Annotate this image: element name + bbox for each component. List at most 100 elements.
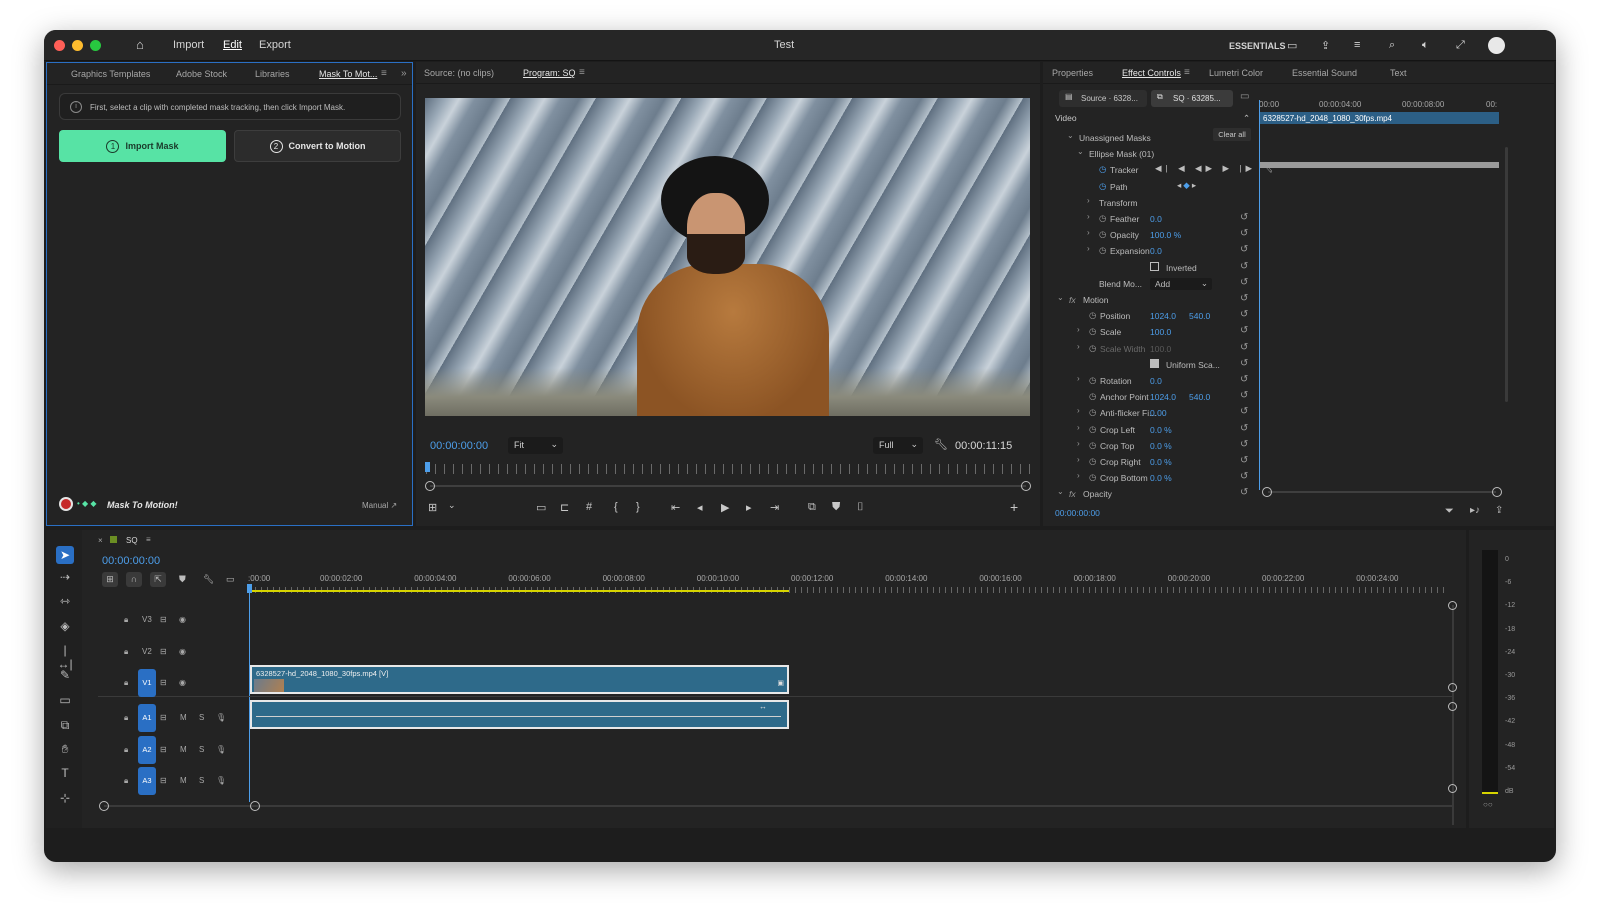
timeline-playhead[interactable] xyxy=(249,592,250,802)
sync-lock-icon[interactable]: ⊟ xyxy=(160,745,167,754)
chevron-right-icon[interactable]: › xyxy=(1087,212,1090,221)
sequence-chip[interactable]: ⧉ SQ · 63285... xyxy=(1151,90,1233,107)
comparison-view-icon[interactable]: ⊏ xyxy=(560,501,569,514)
avatar[interactable] xyxy=(1488,37,1505,54)
mark-in-icon[interactable]: { xyxy=(614,501,618,513)
effect-row[interactable]: Uniform Sca... ↺ xyxy=(1055,357,1255,373)
effect-zoom-bar[interactable] xyxy=(1268,491,1496,493)
effect-value-y[interactable]: 540.0 xyxy=(1189,392,1210,402)
reset-icon[interactable]: ↺ xyxy=(1240,455,1248,466)
reset-icon[interactable]: ↺ xyxy=(1240,228,1248,239)
keyframe-nav-icon[interactable]: ◂◆▸ xyxy=(1177,180,1198,191)
stopwatch-icon[interactable]: ◷ xyxy=(1089,391,1096,402)
play-audio-icon[interactable]: ▸♪ xyxy=(1470,505,1480,516)
lock-icon[interactable]: 🔒︎ xyxy=(124,615,128,625)
add-marker-icon[interactable]: ⛊ xyxy=(832,501,840,514)
audio-scroll-handle-top[interactable] xyxy=(1448,702,1457,711)
video-scroll-handle-bottom[interactable] xyxy=(1448,683,1457,692)
hand-tool-icon[interactable]: ⧉ xyxy=(56,718,74,733)
sequence-tab[interactable]: SQ xyxy=(126,536,138,545)
list-icon[interactable]: ≡ xyxy=(1354,39,1360,51)
minimize-window-button[interactable] xyxy=(72,40,83,51)
audio-clip[interactable]: ↔ xyxy=(250,700,789,729)
effect-value[interactable]: 1024.0 xyxy=(1150,392,1176,402)
grid-icon[interactable]: # xyxy=(586,501,592,513)
chevron-right-icon[interactable]: › xyxy=(1077,325,1080,334)
step-back-icon[interactable]: ◂ xyxy=(697,501,703,514)
stopwatch-icon[interactable]: ◷ xyxy=(1099,181,1106,192)
effect-row[interactable]: › ◷ Crop Right 0.0 % ↺ xyxy=(1055,454,1255,470)
effect-value[interactable]: 100.0 xyxy=(1150,344,1171,354)
lock-icon[interactable]: 🔒︎ xyxy=(124,713,128,723)
effect-value[interactable]: 0.0 % xyxy=(1150,457,1172,467)
effect-value[interactable]: 100.0 % xyxy=(1150,230,1181,240)
chevron-right-icon[interactable]: › xyxy=(1077,455,1080,464)
effect-value[interactable]: 0.0 % xyxy=(1150,473,1172,483)
effect-value[interactable]: 100.0 xyxy=(1150,327,1171,337)
sequence-menu-icon[interactable]: ≡ xyxy=(146,535,151,544)
effect-value[interactable]: 0.00 xyxy=(1150,408,1167,418)
chevron-down-icon[interactable]: ⌄ xyxy=(1067,131,1074,140)
convert-to-motion-button[interactable]: 2 Convert to Motion xyxy=(234,130,401,162)
monitor-timecode[interactable]: 00:00:00:00 xyxy=(430,440,488,452)
blend-mode-select[interactable]: Add ⌄ xyxy=(1150,277,1212,290)
panel-layout-icon[interactable]: ▭ xyxy=(1287,39,1297,52)
solo-button[interactable]: S xyxy=(199,776,204,785)
chevron-right-icon[interactable]: › xyxy=(1077,374,1080,383)
stopwatch-icon[interactable]: ◷ xyxy=(1089,440,1096,451)
solo-button[interactable]: S xyxy=(199,745,204,754)
horizontal-scroll-track[interactable] xyxy=(104,805,1454,807)
track-target-audio[interactable]: A1 xyxy=(138,704,156,732)
effect-ruler[interactable]: 00:00 00:00:04:00 00:00:08:00 00: xyxy=(1259,100,1499,112)
reset-icon[interactable]: ↺ xyxy=(1240,325,1248,336)
mute-button[interactable]: M xyxy=(180,776,187,785)
proxy-toggle-icon[interactable]: ⧉ xyxy=(808,501,816,514)
play-icon[interactable]: ▶ xyxy=(721,501,729,514)
track-select-tool-icon[interactable]: ⇢ xyxy=(56,570,74,584)
video-scroll-handle-top[interactable] xyxy=(1448,601,1457,610)
effect-value[interactable]: 1024.0 xyxy=(1150,311,1176,321)
chevron-down-icon[interactable]: ⌄ xyxy=(448,500,456,511)
chevron-right-icon[interactable]: › xyxy=(1077,423,1080,432)
stopwatch-icon[interactable]: ◷ xyxy=(1089,407,1096,418)
reset-icon[interactable]: ↺ xyxy=(1240,293,1248,304)
tracker-bar[interactable] xyxy=(1259,162,1499,168)
wrench-icon[interactable]: 🔧︎ xyxy=(203,574,214,585)
nest-toggle-icon[interactable]: ⊞ xyxy=(102,572,118,587)
hand-icon[interactable]: ✋︎ xyxy=(56,742,74,757)
chevron-right-icon[interactable]: › xyxy=(1077,471,1080,480)
effect-row[interactable]: › ◷ Crop Top 0.0 % ↺ xyxy=(1055,438,1255,454)
stopwatch-icon[interactable]: ◷ xyxy=(1099,229,1106,240)
close-window-button[interactable] xyxy=(54,40,65,51)
close-sequence-icon[interactable]: × xyxy=(98,536,103,545)
workspace-menu[interactable]: ESSENTIALS xyxy=(1229,41,1286,51)
panel-menu-icon[interactable]: ≡ xyxy=(381,68,387,79)
more-tabs-icon[interactable]: » xyxy=(401,68,407,79)
sync-lock-icon[interactable]: ⊟ xyxy=(160,678,167,687)
effect-row[interactable]: Inverted ↺ xyxy=(1055,260,1255,276)
zoom-scrollbar[interactable] xyxy=(430,485,1026,487)
mark-out-icon[interactable]: } xyxy=(636,501,640,513)
track-target-v1[interactable]: V1 xyxy=(138,669,156,697)
solo-button[interactable]: S xyxy=(199,713,204,722)
stopwatch-icon[interactable]: ◷ xyxy=(1089,343,1096,354)
type-tool-icon[interactable]: T xyxy=(56,766,74,780)
effect-timecode[interactable]: 00:00:00:00 xyxy=(1055,508,1100,518)
mute-button[interactable]: M xyxy=(180,745,187,754)
effect-row[interactable]: ◷ Position 1024.0 540.0 ↺ xyxy=(1055,308,1255,324)
reset-icon[interactable]: ↺ xyxy=(1240,487,1248,498)
checkbox[interactable] xyxy=(1150,261,1159,271)
tab-libraries[interactable]: Libraries xyxy=(255,69,290,79)
maximize-window-button[interactable] xyxy=(90,40,101,51)
source-chip[interactable]: ▤ Source · 6328... xyxy=(1059,90,1147,107)
horizontal-scroll-handle-right[interactable] xyxy=(250,801,260,811)
stopwatch-icon[interactable]: ◷ xyxy=(1099,164,1106,175)
chevron-down-icon[interactable]: ⌄ xyxy=(1077,147,1084,156)
effect-clip-bar[interactable]: 6328527-hd_2048_1080_30fps.mp4 xyxy=(1259,112,1499,124)
effect-row[interactable]: › ◷ Opacity 100.0 % ↺ xyxy=(1055,227,1255,243)
reset-icon[interactable]: ↺ xyxy=(1240,358,1248,369)
effect-row[interactable]: ◷ Path ◂◆▸ xyxy=(1055,179,1255,195)
chevron-up-icon[interactable]: ⌃ xyxy=(1243,113,1250,124)
snap-icon[interactable]: ∩ xyxy=(126,572,142,587)
sync-lock-icon[interactable]: ⊟ xyxy=(160,776,167,785)
